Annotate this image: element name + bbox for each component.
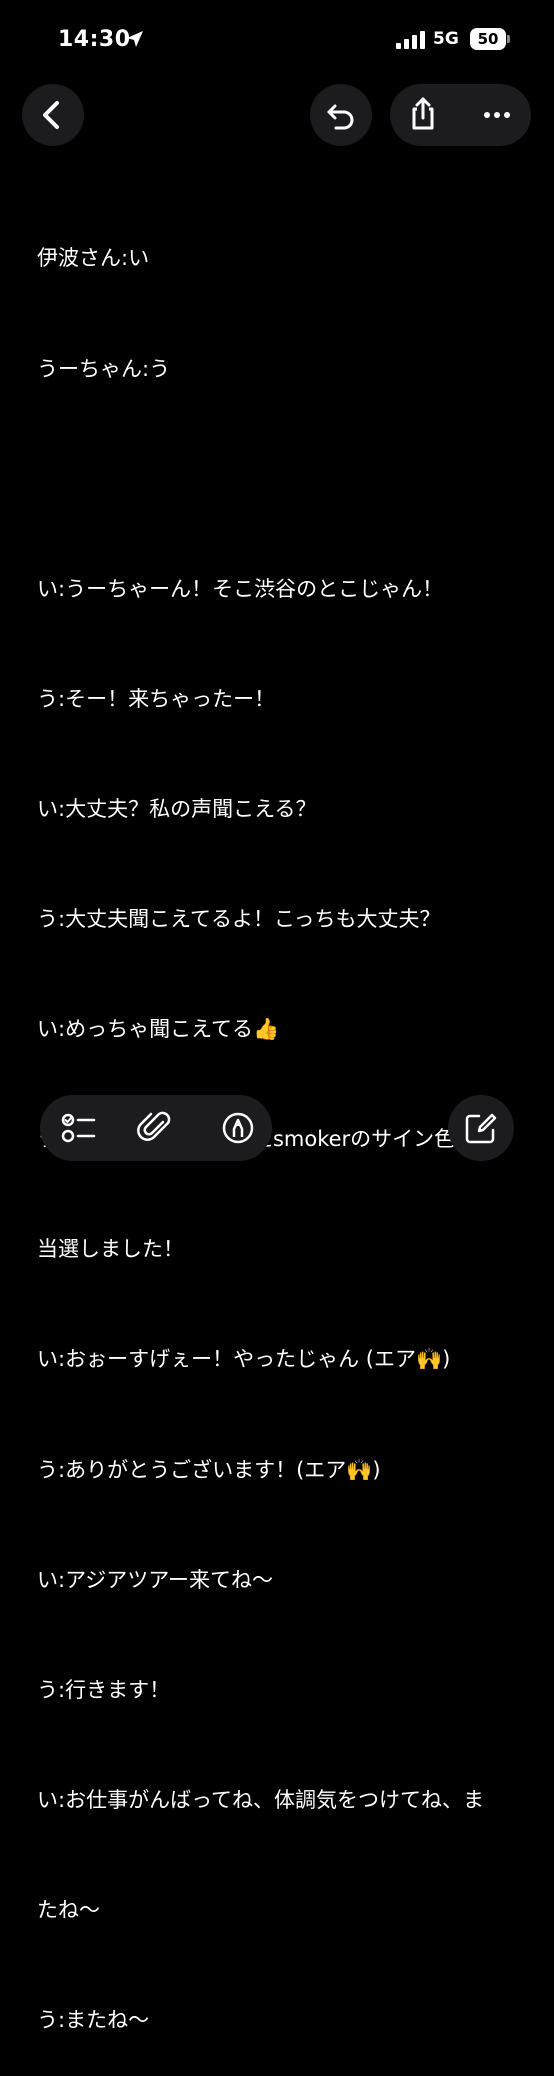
cellular-signal-icon <box>396 31 426 49</box>
markup-button[interactable] <box>208 1095 268 1161</box>
compose-button[interactable] <box>448 1095 514 1161</box>
note-line: い:おぉーすげぇー！やったじゃん (エア🙌) <box>37 1347 451 1372</box>
note-line: い:うーちゃーん！そこ渋谷のとこじゃん！ <box>37 576 444 601</box>
note-line: う:ありがとうございます！(エア🙌) <box>37 1457 381 1482</box>
checklist-button[interactable] <box>52 1095 112 1161</box>
more-icon <box>464 84 530 146</box>
back-button[interactable] <box>22 84 84 146</box>
note-line: うーちゃん:う <box>37 356 171 381</box>
attachment-button[interactable] <box>126 1095 186 1161</box>
note-line <box>37 461 527 498</box>
share-icon <box>390 84 456 146</box>
note-line: う:そー！来ちゃったー！ <box>37 686 276 711</box>
note-line: い:アジアツアー来てね〜 <box>37 1567 273 1592</box>
paperclip-icon <box>126 1095 186 1161</box>
status-bar: 14:30 5G 50 <box>0 0 554 80</box>
note-line: う:行きます！ <box>37 1677 171 1702</box>
location-arrow-icon <box>126 30 144 48</box>
undo-button[interactable] <box>310 84 372 146</box>
compose-icon <box>448 1095 514 1161</box>
note-line: い:大丈夫？私の声聞こえる？ <box>37 796 317 821</box>
share-button[interactable] <box>390 84 456 146</box>
battery-tip <box>507 35 510 43</box>
status-time: 14:30 <box>58 27 131 52</box>
note-line: 伊波さん:い <box>37 246 150 271</box>
undo-icon <box>310 84 372 146</box>
bottom-toolbar <box>40 1095 272 1161</box>
checklist-icon <box>52 1095 112 1161</box>
markup-icon <box>208 1095 268 1161</box>
note-line: たね〜 <box>37 1898 100 1923</box>
battery-icon: 50 <box>470 28 506 50</box>
share-more-group <box>390 84 531 146</box>
note-line: う:大丈夫聞こえてるよ！こっちも大丈夫？ <box>37 907 441 932</box>
network-type: 5G <box>433 29 459 49</box>
more-button[interactable] <box>464 84 530 146</box>
note-line: い:めっちゃ聞こえてる👍 <box>37 1017 280 1042</box>
chevron-left-icon <box>22 84 84 146</box>
note-line: 当選しました！ <box>37 1237 184 1262</box>
note-line: う:またね〜 <box>37 2008 150 2033</box>
note-line: い:お仕事がんばってね、体調気をつけてね、ま <box>37 1787 485 1812</box>
